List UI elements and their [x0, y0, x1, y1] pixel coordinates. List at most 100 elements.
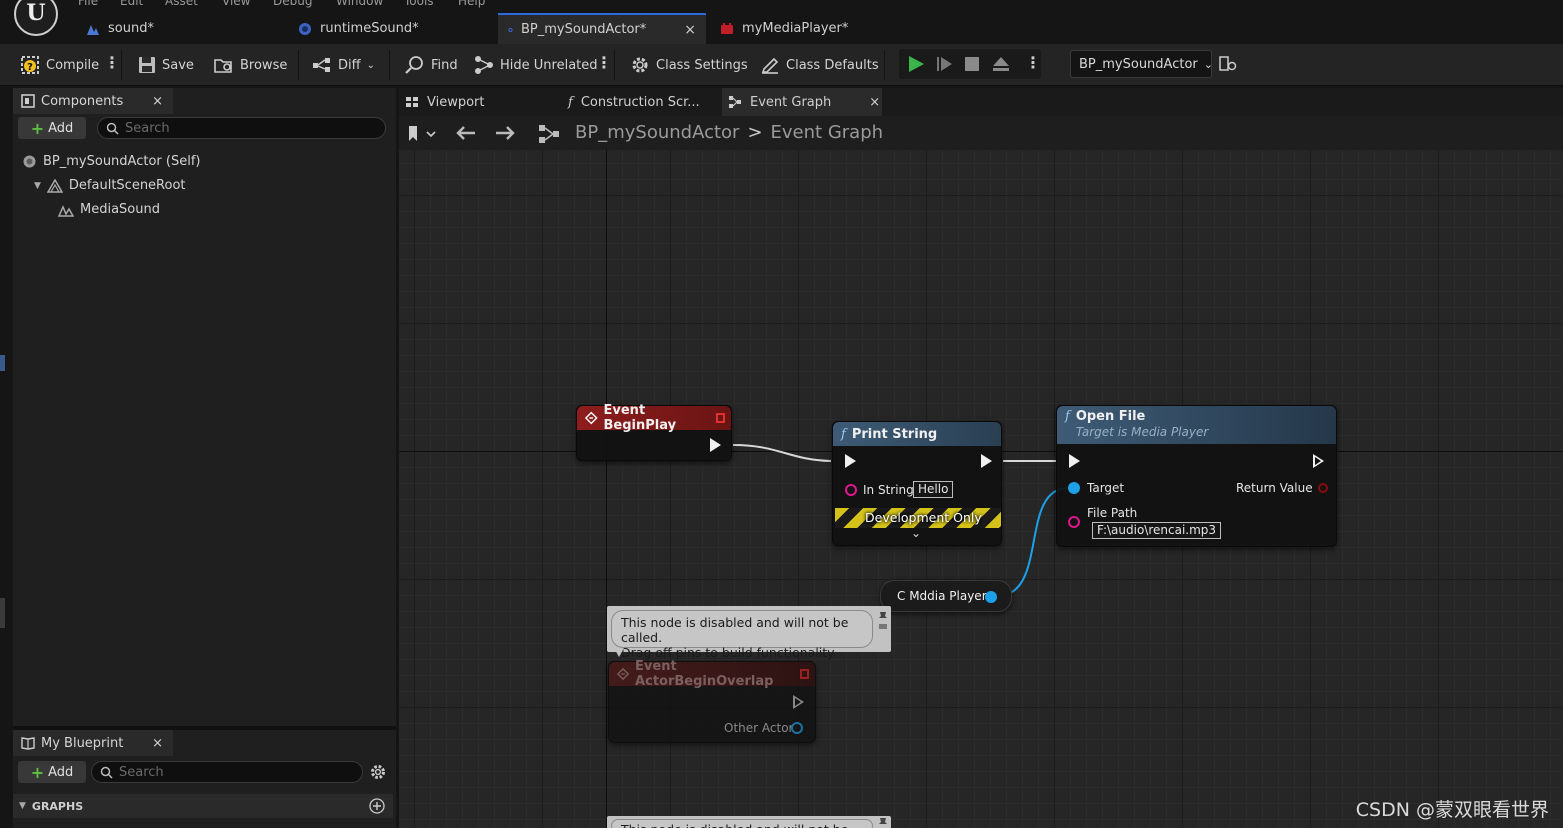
diff-button[interactable]: Diff ⌄: [312, 53, 375, 77]
doc-tab-runtime-sound[interactable]: runtimeSound*: [288, 13, 496, 44]
close-icon[interactable]: ×: [869, 95, 880, 110]
tab-viewport[interactable]: Viewport: [399, 88, 559, 116]
graph-breadcrumb-icon: [539, 125, 559, 143]
tree-item-media-sound[interactable]: MediaSound: [58, 202, 160, 217]
doc-tab-my-media-player[interactable]: myMediaPlayer*: [710, 13, 920, 44]
find-button[interactable]: Find: [405, 53, 458, 77]
breadcrumb-current: Event Graph: [770, 122, 884, 143]
stop-icon[interactable]: [963, 55, 981, 73]
doc-tab-label: runtimeSound*: [320, 21, 419, 36]
debug-select-icon[interactable]: [1219, 56, 1237, 72]
add-graph-icon[interactable]: [369, 798, 385, 814]
menu-debug[interactable]: Debug: [273, 0, 312, 8]
add-component-button[interactable]: + Add: [18, 117, 86, 139]
gear-icon: [632, 57, 648, 73]
forward-arrow-icon[interactable]: [494, 125, 516, 141]
string-pin[interactable]: [845, 484, 857, 496]
diff-icon: [313, 58, 330, 72]
node-header: Event BeginPlay: [577, 403, 731, 433]
save-button[interactable]: Save: [138, 53, 194, 77]
doc-tab-sound[interactable]: sound*: [76, 13, 286, 44]
development-only-label: Development Only: [865, 510, 982, 525]
menu-file[interactable]: File: [78, 0, 98, 8]
delegate-pin-icon[interactable]: [715, 413, 725, 423]
components-search-input[interactable]: Search: [97, 117, 386, 139]
node-header: f Print String: [833, 422, 1001, 446]
tab-label: Viewport: [427, 94, 485, 110]
my-blueprint-title: My Blueprint: [41, 735, 124, 751]
comment-pointer: [614, 648, 624, 657]
exec-out-pin[interactable]: [710, 438, 721, 452]
doc-tab-label: myMediaPlayer*: [742, 21, 849, 36]
my-blueprint-search-input[interactable]: Search: [91, 761, 363, 783]
event-beginplay-node[interactable]: Event BeginPlay: [576, 403, 732, 461]
toolbar-divider: [884, 50, 885, 80]
components-tab[interactable]: Components ×: [13, 88, 173, 114]
print-string-node[interactable]: f Print String In String Hello Developme…: [832, 421, 1002, 546]
tree-item-default-scene-root[interactable]: ▼ DefaultSceneRoot: [34, 178, 186, 193]
close-icon[interactable]: ×: [684, 22, 696, 38]
bookmark-dropdown-icon[interactable]: [407, 125, 437, 143]
eject-icon[interactable]: [991, 55, 1011, 73]
tab-construction-script[interactable]: f Construction Scr...: [562, 88, 720, 116]
menu-edit[interactable]: Edit: [120, 0, 143, 8]
debug-object-dropdown[interactable]: BP_mySoundActor ⌄: [1070, 50, 1213, 78]
menu-window[interactable]: Window: [336, 0, 383, 8]
browse-button[interactable]: Browse: [214, 53, 287, 77]
back-arrow-icon[interactable]: [455, 125, 477, 141]
gear-icon[interactable]: [369, 763, 387, 781]
expand-arrow-icon[interactable]: ▼: [34, 181, 41, 191]
hide-unrelated-options-icon[interactable]: ⋮: [596, 53, 612, 72]
exec-in-pin[interactable]: [845, 454, 856, 468]
exec-out-pin-hollow: [795, 698, 801, 706]
components-title: Components: [41, 93, 124, 109]
panel-edge-marker: [0, 598, 5, 628]
breadcrumb-root[interactable]: BP_mySoundActor: [575, 122, 739, 143]
event-icon: [617, 667, 630, 681]
pin-comment-icon[interactable]: [877, 610, 889, 632]
doc-tab-bp-mysoundactor[interactable]: BP_mySoundActor* ×: [498, 13, 706, 44]
search-icon: [100, 766, 113, 779]
exec-in-pin[interactable]: [1069, 454, 1080, 468]
in-string-value-input[interactable]: Hello: [913, 481, 954, 498]
scene-component-icon: [46, 178, 63, 193]
object-out-pin[interactable]: [985, 591, 997, 603]
menu-tools[interactable]: Tools: [404, 0, 434, 8]
class-settings-button[interactable]: Class Settings: [630, 53, 748, 77]
menu-view[interactable]: View: [222, 0, 250, 8]
file-path-value-input[interactable]: F:\audio\rencai.mp3: [1092, 522, 1222, 539]
play-options-icon[interactable]: ⋮: [1025, 53, 1041, 72]
expand-chevron-icon[interactable]: ⌄: [911, 526, 921, 540]
return-value-pin[interactable]: [1318, 483, 1328, 493]
compile-button[interactable]: ? Compile: [20, 53, 99, 77]
delegate-pin-icon[interactable]: [799, 669, 809, 679]
play-icon[interactable]: [906, 55, 926, 73]
tab-event-graph[interactable]: Event Graph ×: [722, 88, 882, 116]
close-icon[interactable]: ×: [152, 736, 163, 751]
exec-out-pin[interactable]: [981, 454, 992, 468]
menu-help[interactable]: Help: [458, 0, 485, 8]
close-icon[interactable]: ×: [152, 94, 163, 109]
object-out-pin[interactable]: [791, 722, 803, 734]
class-defaults-button[interactable]: Class Defaults: [760, 53, 879, 77]
string-pin[interactable]: [1068, 516, 1080, 528]
pin-label: Target: [1087, 481, 1125, 495]
sound-wave-icon: [87, 24, 99, 35]
hide-unrelated-button[interactable]: Hide Unrelated: [474, 53, 598, 77]
pin-comment-icon[interactable]: [877, 816, 889, 828]
step-forward-icon[interactable]: [935, 55, 955, 73]
media-player-variable-node[interactable]: C Mddia Player: [880, 580, 1012, 612]
graphs-section-header[interactable]: ▼ GRAPHS: [13, 794, 393, 818]
hide-unrelated-icon: [475, 56, 493, 74]
panel-edge-marker: [0, 355, 5, 371]
target-object-pin[interactable]: [1068, 482, 1080, 494]
add-member-button[interactable]: + Add: [18, 761, 86, 783]
my-blueprint-tab[interactable]: My Blueprint ×: [13, 730, 173, 756]
save-label: Save: [162, 57, 194, 73]
open-file-node[interactable]: f Open File Target is Media Player Targe…: [1056, 405, 1337, 547]
menu-asset[interactable]: Asset: [165, 0, 198, 8]
unreal-logo-icon[interactable]: U: [14, 0, 58, 36]
compile-options-icon[interactable]: ⋮: [104, 53, 120, 72]
tree-item-self[interactable]: BP_mySoundActor (Self): [22, 154, 200, 169]
event-actor-begin-overlap-node[interactable]: Event ActorBeginOverlap Other Actor: [608, 659, 816, 743]
